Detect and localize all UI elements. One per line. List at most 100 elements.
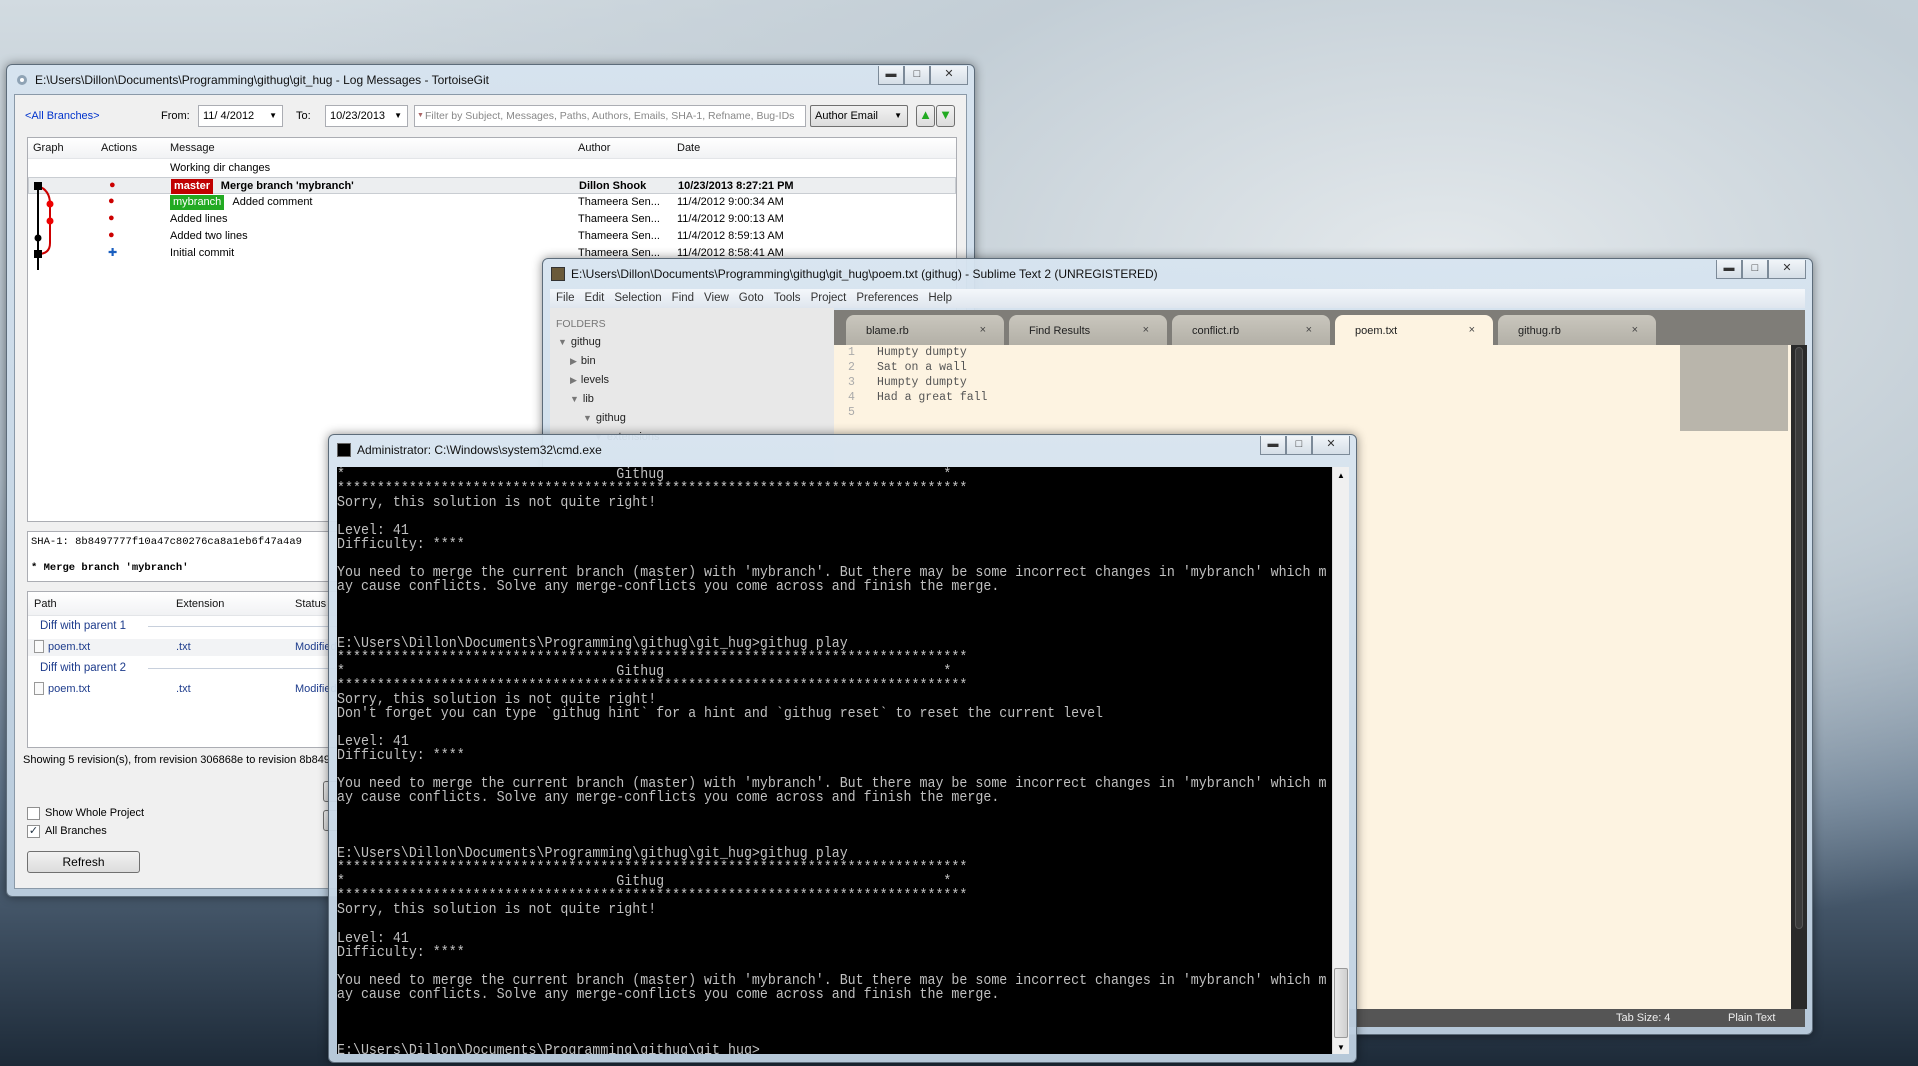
sublime-icon	[551, 267, 565, 281]
console-output[interactable]: * Githug * ******************************…	[337, 467, 1332, 1054]
tab-size-indicator[interactable]: Tab Size: 4	[1616, 1012, 1670, 1024]
folder-item[interactable]: ▶ bin	[570, 355, 596, 367]
commit-message: * Merge branch 'mybranch'	[31, 562, 189, 574]
menu-file[interactable]: File	[556, 292, 575, 304]
maximize-button[interactable]: □	[904, 66, 930, 85]
file-row[interactable]: poem.txt .txt Modified	[28, 639, 346, 656]
modify-icon: ●	[109, 179, 116, 191]
expanded-arrow-icon[interactable]: ▼	[570, 394, 579, 404]
column-path[interactable]: Path	[34, 598, 57, 610]
filter-options-icon[interactable]: ▼	[417, 112, 424, 119]
menu-find[interactable]: Find	[672, 292, 694, 304]
changed-files-list[interactable]: Path Extension Status Diff with parent 1…	[27, 591, 347, 748]
column-message[interactable]: Message	[170, 142, 215, 154]
author-email-dropdown[interactable]: Author Email ▼	[810, 105, 908, 127]
scroll-up-icon[interactable]: ▲	[1333, 467, 1349, 480]
minimize-button[interactable]: ▬	[878, 66, 904, 85]
menu-view[interactable]: View	[704, 292, 729, 304]
expanded-arrow-icon[interactable]: ▼	[583, 413, 592, 423]
editor-scrollbar[interactable]	[1791, 345, 1807, 1009]
diff-group-header[interactable]: Diff with parent 2	[28, 660, 346, 677]
ref-label[interactable]: master	[171, 179, 214, 194]
log-row[interactable]: ● master Merge branch 'mybranch' Dillon Sho…	[28, 177, 956, 194]
tab-conflict-rb[interactable]: conflict.rb ×	[1172, 315, 1330, 345]
column-author[interactable]: Author	[578, 142, 610, 154]
previous-arrow-button[interactable]: ▲	[916, 105, 935, 127]
show-whole-project-label: Show Whole Project	[45, 807, 145, 819]
tab-githug-rb[interactable]: githug.rb ×	[1498, 315, 1656, 345]
window-title: Administrator: C:\Windows\system32\cmd.e…	[357, 443, 602, 457]
add-icon: ✚	[108, 247, 118, 259]
refresh-button[interactable]: Refresh	[27, 851, 140, 873]
show-whole-project-checkbox[interactable]	[27, 807, 40, 820]
tab-blame-rb[interactable]: blame.rb ×	[846, 315, 1004, 345]
commit-message-box[interactable]: SHA-1: 8b8497777f10a47c80276ca8a1eb6f47a…	[27, 531, 347, 582]
folder-item[interactable]: ▼ githug	[583, 412, 626, 424]
close-button[interactable]: ✕	[1312, 436, 1350, 455]
menu-project[interactable]: Project	[811, 292, 847, 304]
menu-tools[interactable]: Tools	[774, 292, 801, 304]
log-row[interactable]: ● Added two lines Thameera Sen... 11/4/2012…	[28, 228, 956, 245]
syntax-indicator[interactable]: Plain Text	[1728, 1012, 1776, 1024]
menu-selection[interactable]: Selection	[614, 292, 661, 304]
tab-find-results[interactable]: Find Results ×	[1009, 315, 1167, 345]
column-actions[interactable]: Actions	[101, 142, 137, 154]
dropdown-arrow-icon: ▼	[394, 111, 402, 120]
diff-group-header[interactable]: Diff with parent 1	[28, 618, 346, 635]
ref-label[interactable]: mybranch	[170, 195, 225, 210]
filter-input[interactable]: ▼ Filter by Subject, Messages, Paths, Aut…	[414, 105, 806, 127]
file-icon	[34, 640, 44, 653]
folder-item[interactable]: ▼ lib	[570, 393, 594, 405]
commit-author: Thameera Sen...	[578, 213, 660, 225]
commit-date: 10/23/2013 8:27:21 PM	[678, 180, 794, 192]
cmd-icon	[337, 443, 351, 457]
close-tab-icon[interactable]: ×	[1143, 324, 1149, 336]
from-label: From:	[161, 110, 190, 122]
tab-label: poem.txt	[1355, 325, 1398, 337]
commit-date: 11/4/2012 8:59:13 AM	[677, 230, 784, 242]
close-tab-icon[interactable]: ×	[1632, 324, 1638, 336]
maximize-button[interactable]: □	[1286, 436, 1312, 455]
console-scrollbar[interactable]: ▲ ▼	[1332, 467, 1349, 1054]
column-extension[interactable]: Extension	[176, 598, 224, 610]
all-branches-checkbox[interactable]: ✓	[27, 825, 40, 838]
column-date[interactable]: Date	[677, 142, 700, 154]
menu-help[interactable]: Help	[928, 292, 952, 304]
collapsed-arrow-icon[interactable]: ▶	[570, 375, 577, 385]
console-line: Difficulty: ****	[337, 943, 465, 960]
tab-poem-txt[interactable]: poem.txt ×	[1335, 315, 1493, 345]
close-button[interactable]: ✕	[930, 66, 968, 85]
menu-edit[interactable]: Edit	[585, 292, 605, 304]
menu-goto[interactable]: Goto	[739, 292, 764, 304]
next-arrow-button[interactable]: ▼	[936, 105, 955, 127]
collapsed-arrow-icon[interactable]: ▶	[570, 356, 577, 366]
log-row[interactable]: ● mybranch Added comment Thameera Sen... 11/…	[28, 194, 956, 211]
from-date-picker[interactable]: 11/ 4/2012 ▼	[198, 105, 283, 127]
minimize-button[interactable]: ▬	[1260, 436, 1286, 455]
close-tab-icon[interactable]: ×	[1469, 324, 1475, 336]
to-date-picker[interactable]: 10/23/2013 ▼	[325, 105, 408, 127]
close-button[interactable]: ✕	[1768, 260, 1806, 279]
all-branches-link[interactable]: <All Branches>	[25, 110, 100, 122]
modify-icon: ●	[108, 229, 115, 241]
tab-label: githug.rb	[1518, 325, 1561, 337]
minimap[interactable]	[1680, 345, 1788, 431]
close-tab-icon[interactable]: ×	[1306, 324, 1312, 336]
menu-preferences[interactable]: Preferences	[856, 292, 918, 304]
commit-author: Dillon Shook	[579, 180, 647, 192]
scroll-down-icon[interactable]: ▼	[1333, 1043, 1349, 1052]
expanded-arrow-icon[interactable]: ▼	[558, 337, 567, 347]
commit-message: Initial commit	[170, 247, 235, 259]
maximize-button[interactable]: □	[1742, 260, 1768, 279]
folder-item[interactable]: ▶ levels	[570, 374, 609, 386]
column-status[interactable]: Status	[295, 598, 326, 610]
close-tab-icon[interactable]: ×	[980, 324, 986, 336]
file-row[interactable]: poem.txt .txt Modified	[28, 681, 346, 698]
folder-item[interactable]: ▼ githug	[558, 336, 601, 348]
log-row[interactable]: ● Added lines Thameera Sen... 11/4/2012 9:0…	[28, 211, 956, 228]
minimize-button[interactable]: ▬	[1716, 260, 1742, 279]
column-graph[interactable]: Graph	[33, 142, 64, 154]
scroll-thumb[interactable]	[1334, 968, 1348, 1038]
log-row[interactable]: Working dir changes	[28, 160, 956, 177]
